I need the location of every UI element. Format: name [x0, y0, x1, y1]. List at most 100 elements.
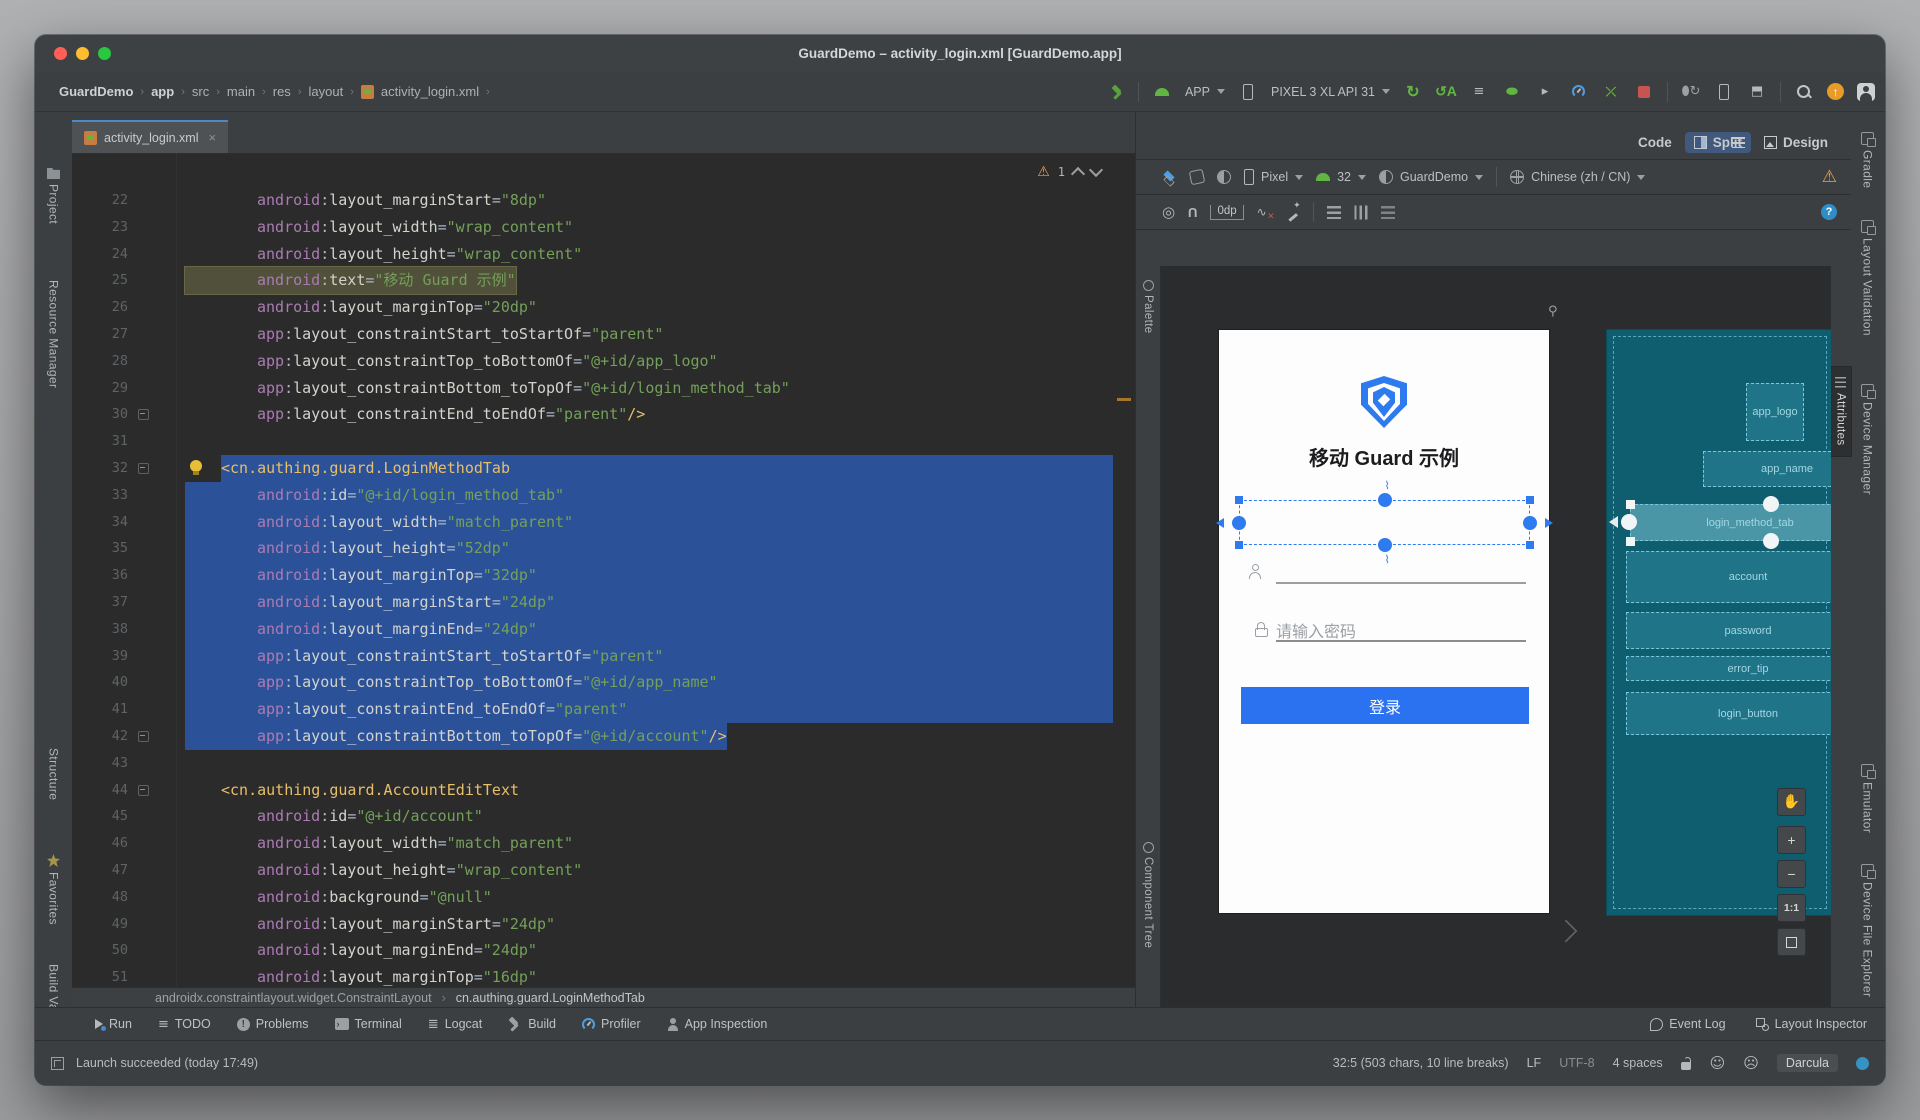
- indent-indicator[interactable]: 4 spaces: [1613, 1056, 1663, 1070]
- code-line[interactable]: 34 android:layout_width="match_parent": [72, 508, 1135, 536]
- code-line[interactable]: 27 app:layout_constraintStart_toStartOf="…: [72, 321, 1135, 348]
- device-preview[interactable]: 移动 Guard 示例 ⌇ ⌇ 请输入密码 登录: [1216, 330, 1553, 913]
- tool-window-button-todo[interactable]: ≡ TODO: [158, 1017, 211, 1032]
- sidebar-item-emulator[interactable]: Emulator: [1850, 764, 1885, 833]
- layout-warnings-icon[interactable]: ⚠: [1822, 167, 1837, 187]
- sidebar-item-gradle[interactable]: Gradle: [1850, 132, 1885, 188]
- guidelines-icon[interactable]: [1380, 205, 1395, 219]
- previous-problem-icon[interactable]: [1070, 166, 1086, 182]
- update-available-icon[interactable]: ↑: [1827, 83, 1844, 100]
- code-editor[interactable]: ⚠ 1 22 android:layout_marginStart="8dp" 23…: [72, 153, 1135, 987]
- tool-window-button-problems[interactable]: ! Problems: [236, 1017, 309, 1031]
- blueprint-component-login_button[interactable]: login_button: [1626, 692, 1831, 735]
- help-icon[interactable]: ?: [1821, 204, 1837, 220]
- infer-constraints-icon[interactable]: [1286, 201, 1301, 219]
- profiler-icon[interactable]: [1571, 85, 1585, 98]
- mode-tab-design[interactable]: Design: [1755, 132, 1837, 153]
- notification-dot[interactable]: [1856, 1056, 1869, 1070]
- tool-window-button-terminal[interactable]: › Terminal: [334, 1017, 402, 1031]
- blueprint-component-account[interactable]: account: [1626, 551, 1831, 603]
- apply-code-changes-button[interactable]: ↺A: [1435, 82, 1457, 102]
- fullscreen-window-button[interactable]: [98, 47, 111, 60]
- blueprint-component-app_logo[interactable]: app_logo: [1746, 383, 1804, 441]
- default-margin-dropdown[interactable]: 0dp: [1210, 204, 1244, 220]
- tool-window-button-profiler[interactable]: Profiler: [582, 1017, 641, 1031]
- code-line[interactable]: 22 android:layout_marginStart="8dp": [72, 187, 1135, 214]
- line-ending-indicator[interactable]: LF: [1527, 1056, 1542, 1070]
- target-device-dropdown[interactable]: PIXEL 3 XL API 31: [1271, 85, 1390, 99]
- code-line[interactable]: 30 app:layout_constraintEnd_toEndOf="pare…: [72, 401, 1135, 428]
- code-line[interactable]: 45 android:id="@+id/account": [72, 803, 1135, 830]
- code-line[interactable]: 33 android:id="@+id/login_method_tab": [72, 481, 1135, 509]
- code-line[interactable]: 29 app:layout_constraintBottom_toTopOf="@…: [72, 375, 1135, 402]
- code-line[interactable]: 31: [72, 428, 1135, 455]
- code-line[interactable]: 39 app:layout_constraintStart_toStartOf="…: [72, 642, 1135, 670]
- constraint-anchor-bottom[interactable]: [1377, 538, 1392, 552]
- account-input-underline[interactable]: [1276, 582, 1526, 584]
- sad-face-icon[interactable]: ☹: [1743, 1054, 1759, 1072]
- attributes-tab[interactable]: Attributes: [1829, 366, 1852, 457]
- password-placeholder[interactable]: 请输入密码: [1276, 618, 1356, 642]
- blueprint-component-error_tip[interactable]: error_tip: [1626, 656, 1831, 681]
- align-icon[interactable]: [1354, 205, 1368, 219]
- code-line[interactable]: 41 app:layout_constraintEnd_toEndOf="pare…: [72, 696, 1135, 723]
- breadcrumb-child[interactable]: cn.authing.guard.LoginMethodTab: [456, 991, 645, 1005]
- breadcrumb-item[interactable]: res: [273, 84, 291, 99]
- breadcrumb-item[interactable]: layout: [308, 84, 343, 99]
- code-line[interactable]: 36 android:layout_marginTop="32dp": [72, 562, 1135, 589]
- tool-window-button-event-log[interactable]: Event Log: [1650, 1017, 1726, 1031]
- password-input-underline[interactable]: [1276, 640, 1526, 642]
- blueprint-anchor-top[interactable]: [1763, 496, 1779, 512]
- code-line[interactable]: 48 android:background="@null": [72, 884, 1135, 911]
- code-line[interactable]: 51 android:layout_marginTop="16dp": [72, 964, 1135, 987]
- night-mode-icon[interactable]: [1217, 170, 1231, 184]
- selected-component-box[interactable]: ⌇ ⌇: [1216, 480, 1553, 566]
- constraint-anchor-left[interactable]: [1232, 515, 1246, 530]
- editor-tab-active[interactable]: activity_login.xml ×: [72, 120, 229, 153]
- sidebar-item-layout-validation[interactable]: Layout Validation: [1850, 220, 1885, 336]
- profile-shield-icon[interactable]: ▸: [1535, 82, 1555, 102]
- sidebar-item-resource-manager[interactable]: Resource Manager: [35, 280, 72, 388]
- design-canvas[interactable]: Palette Component Tree Attributes ⚲ 移动 G…: [1136, 266, 1852, 1007]
- preview-app-title[interactable]: 移动 Guard 示例: [1219, 442, 1549, 471]
- app-logo-shield-icon[interactable]: [1361, 376, 1407, 428]
- stop-button[interactable]: [1638, 85, 1650, 98]
- code-line[interactable]: 38 android:layout_marginEnd="24dp": [72, 615, 1135, 643]
- run-with-coverage-icon[interactable]: ≡: [1469, 82, 1489, 102]
- tool-window-switcher-icon[interactable]: [51, 1056, 64, 1070]
- sidebar-item-project[interactable]: Project: [35, 166, 72, 224]
- code-line[interactable]: 50 android:layout_marginEnd="24dp": [72, 937, 1135, 964]
- profile-avatar[interactable]: [1857, 82, 1875, 101]
- code-line[interactable]: 26 android:layout_marginTop="20dp": [72, 294, 1135, 321]
- code-line[interactable]: 43: [72, 750, 1135, 777]
- search-everywhere-icon[interactable]: [1796, 84, 1812, 100]
- readonly-toggle-icon[interactable]: [1680, 1056, 1692, 1070]
- theme-dropdown[interactable]: GuardDemo: [1379, 170, 1484, 184]
- theme-indicator[interactable]: Darcula: [1776, 1054, 1838, 1072]
- sidebar-item-device-manager[interactable]: Device Manager: [1850, 384, 1885, 495]
- palette-tab[interactable]: Palette: [1136, 280, 1160, 334]
- debug-button[interactable]: ⬬: [1502, 82, 1522, 102]
- code-line[interactable]: 44 <cn.authing.guard.AccountEditText: [72, 777, 1135, 804]
- code-line[interactable]: 35 android:layout_height="52dp": [72, 535, 1135, 563]
- resize-grip[interactable]: [1554, 919, 1578, 943]
- tool-window-button-app-inspection[interactable]: App Inspection: [667, 1017, 767, 1031]
- tool-window-button-run[interactable]: Run: [95, 1017, 132, 1031]
- scrollbar-warning-mark[interactable]: [1117, 398, 1131, 401]
- device-manager-icon[interactable]: [1719, 83, 1729, 100]
- code-line[interactable]: 23 android:layout_width="wrap_content": [72, 214, 1135, 241]
- design-surface[interactable]: ⚲ 移动 Guard 示例 ⌇ ⌇ 请输入密码 登录 app_logo app_…: [1160, 266, 1831, 1007]
- api-version-dropdown[interactable]: 32: [1316, 170, 1366, 184]
- login-button[interactable]: 登录: [1241, 687, 1529, 724]
- run-configuration-dropdown[interactable]: APP: [1185, 85, 1225, 99]
- code-line[interactable]: 37 android:layout_marginStart="24dp": [72, 588, 1135, 616]
- zoom-actual-button[interactable]: 1:1: [1777, 894, 1806, 922]
- sidebar-item-favorites[interactable]: Favorites: [35, 854, 72, 925]
- tool-window-button-build[interactable]: Build: [508, 1017, 556, 1031]
- code-line[interactable]: 46 android:layout_width="match_parent": [72, 830, 1135, 857]
- blueprint-component-password[interactable]: password: [1626, 612, 1831, 649]
- fold-marker-icon[interactable]: [138, 730, 149, 742]
- view-options-icon[interactable]: ◎: [1162, 203, 1175, 221]
- mode-tab-code[interactable]: Code: [1610, 132, 1745, 153]
- fold-marker-icon[interactable]: [138, 409, 149, 421]
